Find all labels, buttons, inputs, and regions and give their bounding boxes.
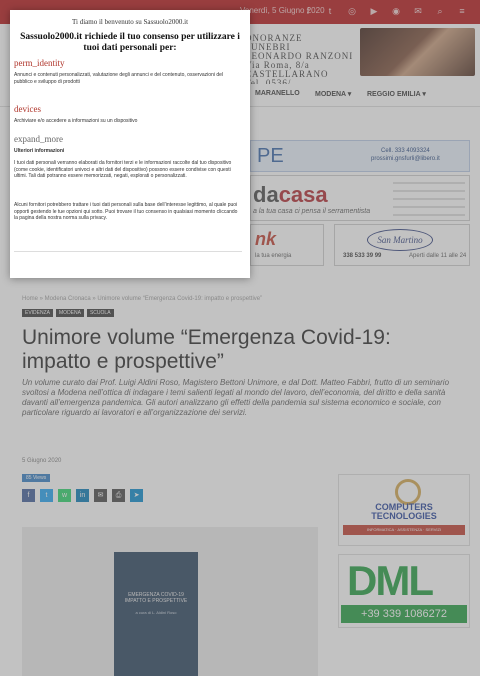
consent-divider	[14, 251, 242, 252]
expand-more-icon[interactable]: expand_more	[14, 134, 63, 144]
devices-icon: devices	[14, 104, 41, 114]
more-info-link[interactable]: Ulteriori informazioni	[14, 148, 242, 155]
consent-body-1: I tuoi dati personali verranno elaborati…	[14, 160, 232, 179]
consent-dialog: Ti diamo il benvenuto su Sassuolo2000.it…	[10, 10, 250, 278]
consent-body-2: Alcuni fornitori potrebbero trattare i t…	[14, 202, 238, 221]
consent-purpose-ads: Annunci e contenuti personalizzati, valu…	[14, 72, 224, 85]
consent-purpose-storage: Archiviare e/o accedere a informazioni s…	[14, 118, 138, 124]
consent-title: Sassuolo2000.it richiede il tuo consenso…	[20, 32, 240, 53]
perm-identity-icon: perm_identity	[14, 58, 65, 68]
consent-welcome: Ti diamo il benvenuto su Sassuolo2000.it	[71, 18, 189, 26]
page: Venerdì, 5 Giugno 2020 f t ◎ ▶ ◉ ✉ ⌕ ≡ O…	[0, 0, 480, 676]
